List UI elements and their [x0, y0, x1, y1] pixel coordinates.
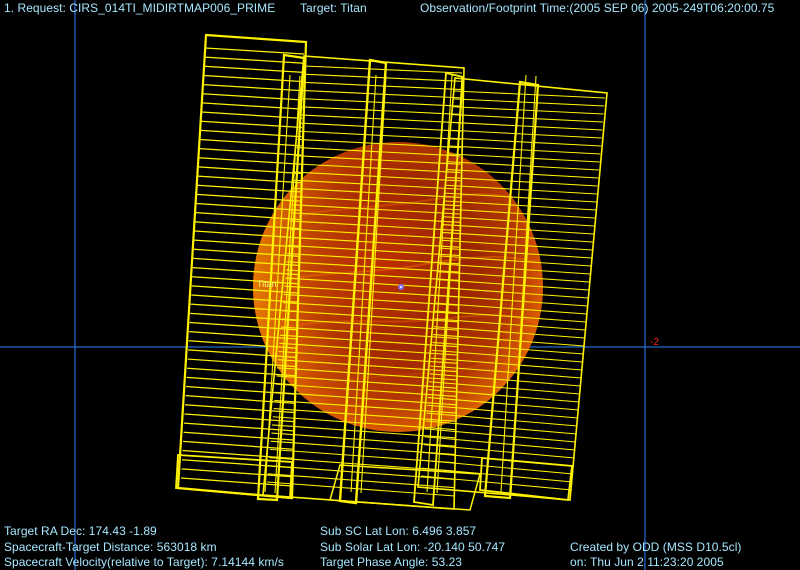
footprint-strip-1-row [184, 413, 294, 423]
axis-marker-label: -2 [650, 337, 659, 348]
footprint-strip-1-row [185, 395, 295, 404]
footprint-plot [0, 0, 800, 570]
sub-sc-lat-lon: Sub SC Lat Lon: 6.496 3.857 [320, 524, 477, 538]
footprint-strip-2-row [303, 73, 462, 82]
footprint-strip-3-row [449, 137, 601, 147]
footprint-strip-3-row [452, 106, 604, 115]
footprint-strip-1-row [204, 56, 304, 64]
footprint-strip-1-row [198, 157, 301, 165]
footprint-strip-2-row [303, 65, 463, 74]
spacecraft-velocity: Spacecraft Velocity(relative to Target):… [4, 555, 284, 569]
target-name: Target: Titan [300, 1, 367, 15]
footprint-strip-3-row [420, 475, 573, 491]
footprint-strip-3-row [423, 444, 575, 459]
footprint-strip-1-row [198, 166, 301, 175]
footprint-strip-1-row [202, 83, 304, 92]
footprint-strip-2-row [298, 130, 461, 140]
footprint-strip-2-row [299, 114, 462, 124]
footprint-strip-3-row [451, 114, 604, 123]
footprint-view-window: 1. Request: CIRS_014TI_MIDIRTMAP006_PRIM… [0, 0, 800, 570]
footprint-strip-1-row [182, 449, 293, 460]
footprint-strip-3-row [453, 90, 606, 99]
footprint-strip-1-row [204, 47, 305, 55]
observation-time: Observation/Footprint Time:(2005 SEP 06)… [420, 1, 775, 15]
footprint-strip-3-row [424, 436, 576, 451]
footprint-strip-3-row [453, 98, 605, 107]
footprint-strip-3-row [450, 129, 602, 139]
spacecraft-target-distance: Spacecraft-Target Distance: 563018 km [4, 540, 217, 554]
footprint-strip-3-row [424, 428, 577, 443]
footprint-strip-1-row [202, 93, 303, 101]
footprint-strip-2-row [302, 81, 462, 91]
footprint-strip-2-row [301, 98, 462, 107]
footprint-strip-1-row [197, 184, 301, 193]
footprint-strip-1-row [203, 65, 304, 74]
planet-center-marker [398, 284, 404, 290]
footprint-strip-2-row [300, 106, 462, 116]
footprint-strip-1-row [184, 422, 294, 432]
footprint-strip-3-row [448, 153, 600, 163]
footprint-strip-2-row [301, 89, 462, 99]
target-ra-dec: Target RA Dec: 174.43 -1.89 [4, 524, 157, 538]
created-by: Created by ODD (MSS D10.5cl) [570, 540, 742, 554]
footprint-strip-3-row [425, 420, 577, 435]
footprint-strip-1-row [201, 102, 303, 110]
titan-marker-label: Titan [257, 279, 277, 289]
sub-solar-lat-lon: Sub Solar Lat Lon: -20.140 50.747 [320, 540, 506, 554]
footprint-strip-1-row [197, 175, 301, 184]
footprint-strip-1-row [182, 440, 294, 450]
target-phase-angle: Target Phase Angle: 53.23 [320, 555, 463, 569]
footprint-strip-3-row [449, 145, 601, 155]
footprint-strip-2-row [298, 122, 462, 132]
footprint-strip-1-row [203, 74, 304, 83]
created-on: on: Thu Jun 2 11:23:20 2005 [570, 555, 724, 569]
request-title: 1. Request: CIRS_014TI_MIDIRTMAP006_PRIM… [4, 1, 276, 15]
footprint-strip-3-row [451, 121, 603, 131]
footprint-strip-3-row [421, 467, 573, 483]
